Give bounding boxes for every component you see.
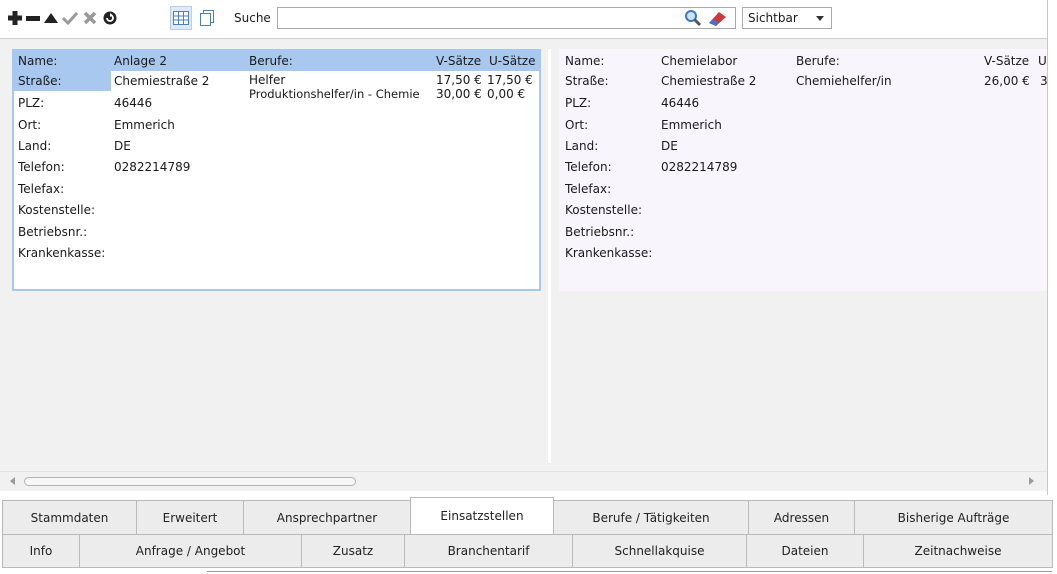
tab-bottom-border [207, 571, 1052, 572]
ort-value: Emmerich [661, 118, 722, 132]
beruf-name: Produktionshelfer/in - Chemie [249, 87, 420, 101]
strasse-label: Straße: [18, 74, 62, 88]
telefon-value: 0282214789 [114, 160, 191, 174]
search-actions [684, 9, 728, 27]
berufe-header: Berufe: [796, 54, 840, 68]
vsaetze-header: V-Sätze [436, 54, 482, 68]
einsatzstelle-card[interactable]: Name: Anlage 2 Straße: Chemiestraße 2 PL… [12, 49, 541, 291]
beruf-name: Chemiehelfer/in [796, 74, 892, 88]
land-label: Land: [565, 139, 599, 153]
beruf-u-satz: 0,00 € [487, 87, 526, 101]
usaetze-header: U-Sätze [489, 54, 536, 68]
ort-value: Emmerich [114, 118, 175, 132]
add-icon[interactable] [6, 9, 24, 27]
einsatzstelle-card[interactable]: Name: Chemielabor Straße: Chemiestraße 2… [559, 49, 1047, 291]
tab-erweitert[interactable]: Erweitert [136, 500, 244, 535]
telefon-label: Telefon: [565, 160, 612, 174]
visibility-select-value: Sichtbar [748, 11, 798, 25]
plz-label: PLZ: [565, 96, 592, 110]
eraser-icon[interactable] [706, 9, 728, 27]
strasse-label: Straße: [565, 74, 609, 88]
scrollbar-thumb[interactable] [24, 477, 356, 486]
scroll-left-icon[interactable] [10, 477, 15, 485]
land-value: DE [114, 139, 131, 153]
beruf-v-satz: 30,00 € [436, 87, 482, 101]
tab-bisherige-auftraege[interactable]: Bisherige Aufträge [854, 500, 1053, 535]
beruf-v-satz: 26,00 € [984, 74, 1030, 88]
name-value: Chemielabor [661, 54, 738, 68]
berufe-header: Berufe: [249, 54, 293, 68]
search-icon[interactable] [684, 9, 702, 27]
plz-label: PLZ: [18, 96, 45, 110]
tab-dateien[interactable]: Dateien [746, 534, 864, 568]
refresh-icon[interactable] [101, 9, 119, 27]
tab-adressen[interactable]: Adressen [748, 500, 855, 535]
search-label: Suche [234, 11, 271, 25]
kostenstelle-label: Kostenstelle: [18, 203, 95, 217]
card-divider [548, 49, 551, 463]
tab-schnellakquise[interactable]: Schnellakquise [572, 534, 747, 568]
tab-zusatz[interactable]: Zusatz [301, 534, 405, 568]
strasse-value: Chemiestraße 2 [661, 74, 757, 88]
beruf-u-satz: 3 [1040, 74, 1047, 88]
grid-view-icon [173, 11, 189, 25]
confirm-icon[interactable] [61, 9, 79, 27]
name-value: Anlage 2 [114, 54, 167, 68]
betriebsnr-label: Betriebsnr.: [565, 225, 635, 239]
tab-stammdaten[interactable]: Stammdaten [2, 500, 137, 535]
name-label: Name: [565, 54, 605, 68]
tab-bar: Stammdaten Erweitert Ansprechpartner Ein… [0, 495, 1057, 574]
move-up-icon[interactable] [42, 9, 60, 27]
telefax-label: Telefax: [565, 182, 612, 196]
scroll-right-icon[interactable] [1029, 477, 1034, 485]
visibility-select[interactable]: Sichtbar [742, 7, 832, 29]
card-view-button[interactable] [196, 6, 218, 30]
betriebsnr-label: Betriebsnr.: [18, 225, 88, 239]
chevron-down-icon [816, 16, 824, 21]
telefax-label: Telefax: [18, 182, 65, 196]
card-view-panel: Name: Anlage 2 Straße: Chemiestraße 2 PL… [0, 38, 1047, 491]
grid-view-button[interactable] [170, 6, 192, 30]
tab-ansprechpartner[interactable]: Ansprechpartner [243, 500, 411, 535]
delete-icon[interactable] [81, 9, 99, 27]
land-label: Land: [18, 139, 52, 153]
name-label: Name: [18, 54, 58, 68]
toolbar: Suche Sichtbar [0, 0, 1047, 38]
strasse-value: Chemiestraße 2 [114, 74, 210, 88]
tab-einsatzstellen[interactable]: Einsatzstellen [410, 497, 554, 535]
tab-anfrage-angebot[interactable]: Anfrage / Angebot [79, 534, 302, 568]
krankenkasse-label: Krankenkasse: [565, 246, 653, 260]
tab-zeitnachweise[interactable]: Zeitnachweise [863, 534, 1053, 568]
remove-icon[interactable] [24, 9, 42, 27]
krankenkasse-label: Krankenkasse: [18, 246, 106, 260]
tab-branchentarif[interactable]: Branchentarif [404, 534, 573, 568]
card-view-icon [200, 10, 214, 26]
vsaetze-header: V-Sätze [984, 54, 1030, 68]
land-value: DE [661, 139, 678, 153]
search-input[interactable] [277, 7, 736, 29]
plz-value: 46446 [661, 96, 700, 110]
tab-info[interactable]: Info [2, 534, 80, 568]
plz-value: 46446 [114, 96, 153, 110]
usaetze-header: U [1038, 54, 1047, 68]
ort-label: Ort: [565, 118, 589, 132]
tab-berufe-taetigkeiten[interactable]: Berufe / Tätigkeiten [553, 500, 749, 535]
kostenstelle-label: Kostenstelle: [565, 203, 642, 217]
telefon-value: 0282214789 [661, 160, 738, 174]
horizontal-scrollbar[interactable] [0, 471, 1047, 491]
telefon-label: Telefon: [18, 160, 65, 174]
ort-label: Ort: [18, 118, 42, 132]
window-edge [1047, 0, 1057, 495]
